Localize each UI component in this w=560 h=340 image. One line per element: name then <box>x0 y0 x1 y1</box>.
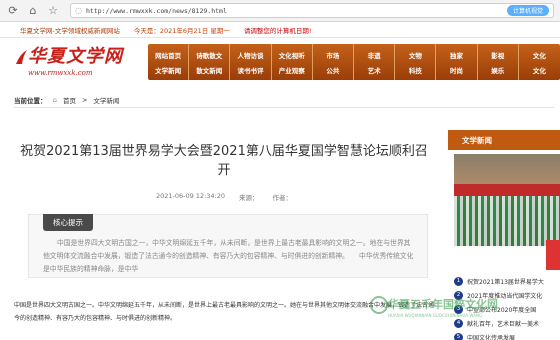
browser-toolbar: ⟳ ⌂ ☆ ◌ http://www.rmwxxk.com/news/8129.… <box>0 0 560 22</box>
date-notice: 请调整您的计算机日期! <box>243 26 312 35</box>
rank-badge: 3 <box>454 304 463 314</box>
nav-column: 人物访谈 读书书评 <box>230 44 272 80</box>
site-slogan[interactable]: 华夏文学网-文学领域权威新闻网站 <box>20 25 120 35</box>
nav-column: 文化 文化 <box>519 44 560 80</box>
rank-badge: 2 <box>454 290 463 300</box>
nav-link[interactable]: 文化视听 <box>279 50 305 60</box>
nav-column: 影视 娱乐 <box>478 44 519 80</box>
photo-banner <box>454 184 560 196</box>
article: 祝贺2021第13届世界易学大会暨2021第八届华夏国学智慧论坛顺利召开 202… <box>14 116 434 340</box>
sidebar-news-item[interactable]: 4 献礼百年，艺术巨献一美术 <box>454 316 560 330</box>
sidebar-news-item[interactable]: 2 2021年度推动当代国学文化 <box>454 288 560 302</box>
address-bar[interactable]: ◌ http://www.rmwxxk.com/news/8129.html 计… <box>70 3 554 18</box>
nav-link[interactable]: 非遗 <box>368 50 381 60</box>
current-date: 今天是：2021年6月21日 星期一 <box>133 26 230 35</box>
rank-badge: 1 <box>454 276 463 286</box>
key-summary-box: 核心提示 中国是世界四大文明古国之一，中华文明绵延五千年，从未间断，是世界上最古… <box>28 214 428 278</box>
reload-icon[interactable]: ⟳ <box>6 4 20 18</box>
article-title: 祝贺2021第13届世界易学大会暨2021第八届华夏国学智慧论坛顺利召开 <box>20 144 428 178</box>
address-url[interactable]: http://www.rmwxxk.com/news/8129.html <box>86 7 227 15</box>
nav-column: 市场 公共 <box>313 44 355 80</box>
nav-link[interactable]: 公共 <box>326 65 339 75</box>
breadcrumb-home-icon: ⌂ <box>52 95 57 104</box>
nav-link[interactable]: 科技 <box>409 65 422 75</box>
article-date: 2021-06-09 12:34:20 <box>155 192 226 200</box>
nav-link[interactable]: 文化 <box>533 50 546 60</box>
key-summary-title: 核心提示 <box>43 214 93 231</box>
sidebar-news-item[interactable]: 3 中宣部公布2020年度全国 <box>454 302 560 316</box>
nav-link[interactable]: 文化 <box>533 65 546 75</box>
nav-column: 文物 科技 <box>395 44 437 80</box>
breadcrumb-section[interactable]: 文学新闻 <box>93 95 119 105</box>
nav-link[interactable]: 娱乐 <box>491 65 504 75</box>
sidebar-news-list: 1 祝贺2021第13届世界易学大 2 2021年度推动当代国学文化 3 中宣部公布202… <box>448 274 560 340</box>
nav-link[interactable]: 艺术 <box>368 65 381 75</box>
nav-link[interactable]: 文学新闻 <box>155 65 181 75</box>
logo-title: 华夏文学网 <box>28 46 123 67</box>
top-strip: 华夏文学网-文学领域权威新闻网站 今天是：2021年6月21日 星期一 请调整您… <box>0 22 560 38</box>
nav-column: 文化视听 产业观察 <box>272 44 313 80</box>
breadcrumb-label: 当前位置： <box>14 96 47 105</box>
article-body: 中国是世界四大文明古国之一。中华文明绵延五千年，从未间断，是世界上最古老最具影响… <box>14 302 435 322</box>
sidebar-heading: 文学新闻 <box>448 130 560 150</box>
sidebar-feature-image[interactable] <box>454 154 560 246</box>
sidebar-news-title[interactable]: 2021年度推动当代国学文化 <box>467 291 542 300</box>
sidebar-news-title[interactable]: 祝贺2021第13届世界易学大 <box>467 277 544 286</box>
sidebar-news-title[interactable]: 中国文化传承发展 <box>467 333 515 340</box>
sidebar-news-item[interactable]: 1 祝贺2021第13届世界易学大 <box>454 274 560 288</box>
nav-column: 网站首页 文学新闻 <box>148 44 190 80</box>
photo-crowd <box>454 196 560 246</box>
sidebar-news-title[interactable]: 献礼百年，艺术巨献一美术 <box>467 319 539 328</box>
logo-bird-icon <box>16 50 27 64</box>
nav-column: 独家 时尚 <box>436 44 478 80</box>
site-header: 华夏文学网 www.rmwxxk.com 网站首页 文学新闻 诗歌散文 散文新闻 人物访… <box>0 38 560 86</box>
nav-link[interactable]: 诗歌散文 <box>196 50 222 60</box>
sidebar-news-title[interactable]: 中宣部公布2020年度全国 <box>467 305 536 314</box>
breadcrumb: 当前位置： ⌂ 首页 > 文学新闻 <box>14 92 554 108</box>
key-summary-text: 中国是世界四大文明古国之一，中华文明绵延五千年，从未间断，是世界上最古老最具影响… <box>43 239 414 273</box>
bookmark-star-icon[interactable]: ☆ <box>46 4 60 18</box>
nav-column: 非遗 艺术 <box>354 44 396 80</box>
article-source: 来源： <box>239 194 259 202</box>
breadcrumb-home[interactable]: 首页 <box>63 95 76 105</box>
nav-link[interactable]: 读书书评 <box>238 65 264 75</box>
nav-column: 诗歌散文 散文新闻 <box>189 44 231 80</box>
rank-badge: 4 <box>454 318 463 328</box>
sidebar-side-tab[interactable] <box>546 240 560 270</box>
rank-badge: 5 <box>454 332 463 340</box>
nav-link[interactable]: 文物 <box>409 50 422 60</box>
nav-link[interactable]: 影视 <box>491 50 504 60</box>
nav-link[interactable]: 独家 <box>450 50 463 60</box>
home-icon[interactable]: ⌂ <box>26 4 40 18</box>
nav-link[interactable]: 散文新闻 <box>196 65 222 75</box>
page-info-icon: ◌ <box>75 6 82 15</box>
sidebar: 文学新闻 1 祝贺2021第13届世界易学大 2 2021年度推动当代国学文化 3 中宣部… <box>448 130 560 340</box>
nav-link[interactable]: 产业观察 <box>279 65 305 75</box>
sidebar-news-item[interactable]: 5 中国文化传承发展 <box>454 330 560 340</box>
article-meta: 2021-06-09 12:34:20 来源： 作者： <box>14 192 434 202</box>
nav-link[interactable]: 人物访谈 <box>238 50 264 60</box>
breadcrumb-separator: > <box>81 95 88 104</box>
nav-link[interactable]: 时尚 <box>450 65 463 75</box>
logo-url: www.rmwxxk.com <box>28 69 93 77</box>
nav-link[interactable]: 市场 <box>326 50 339 60</box>
site-logo[interactable]: 华夏文学网 www.rmwxxk.com <box>14 42 124 82</box>
ai-vision-button[interactable]: 计算机视觉 <box>506 5 549 16</box>
main-nav: 网站首页 文学新闻 诗歌散文 散文新闻 人物访谈 读书书评 文化视听 产业观察 市场 公共 非遗 艺术… <box>148 44 560 80</box>
article-author: 作者： <box>272 194 293 202</box>
nav-link[interactable]: 网站首页 <box>155 50 181 60</box>
